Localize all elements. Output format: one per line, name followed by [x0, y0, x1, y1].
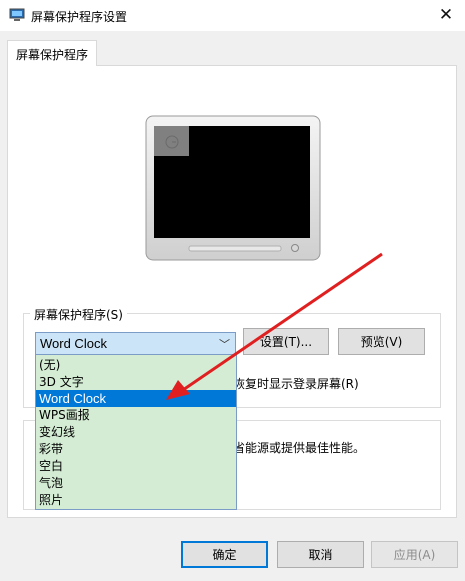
dropdown-option[interactable]: 3D 文字	[36, 374, 236, 391]
screensaver-dropdown-list: (无) 3D 文字 Word Clock WPS画报 变幻线 彩带 空白 气泡 …	[35, 354, 237, 510]
screensaver-select-value: Word Clock	[40, 336, 107, 351]
dropdown-option[interactable]: 空白	[36, 458, 236, 475]
apply-button[interactable]: 应用(A)	[371, 541, 458, 568]
dropdown-option[interactable]: 变幻线	[36, 424, 236, 441]
close-button[interactable]: ✕	[431, 2, 461, 28]
resume-logon-checkbox-label[interactable]: 恢复时显示登录屏幕(R)	[233, 375, 359, 392]
close-icon: ✕	[438, 5, 454, 25]
tab-screen-saver[interactable]: 屏幕保护程序	[7, 40, 97, 66]
chevron-down-icon: ﹀	[219, 338, 230, 351]
dropdown-option[interactable]: 彩带	[36, 441, 236, 458]
dropdown-option-selected[interactable]: Word Clock	[36, 390, 236, 407]
monitor-preview	[145, 115, 321, 261]
screensaver-group-label: 屏幕保护程序(S)	[30, 306, 127, 323]
screen-saver-icon	[9, 8, 25, 21]
settings-button[interactable]: 设置(T)...	[243, 328, 329, 355]
tab-label: 屏幕保护程序	[16, 48, 89, 62]
dropdown-option[interactable]: (无)	[36, 357, 236, 374]
power-description: 省能源或提供最佳性能。	[233, 441, 366, 455]
preview-button[interactable]: 预览(V)	[338, 328, 425, 355]
window-title: 屏幕保护程序设置	[31, 10, 128, 24]
dropdown-option[interactable]: WPS画报	[36, 407, 236, 424]
ok-button[interactable]: 确定	[181, 541, 268, 568]
screensaver-select[interactable]: Word Clock ﹀	[35, 332, 236, 355]
dropdown-option[interactable]: 照片	[36, 492, 236, 509]
cancel-button[interactable]: 取消	[277, 541, 364, 568]
dropdown-option[interactable]: 气泡	[36, 475, 236, 492]
